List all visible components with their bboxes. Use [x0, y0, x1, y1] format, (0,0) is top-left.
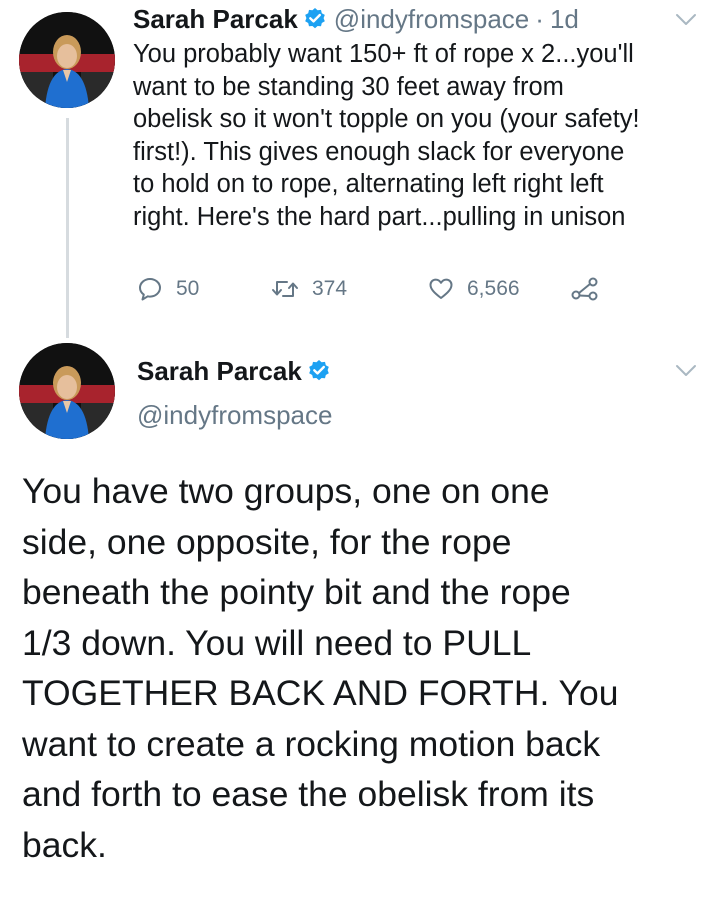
- share-icon: [571, 277, 598, 301]
- author-name-row: Sarah Parcak: [137, 354, 338, 388]
- separator-dot: ·: [535, 4, 544, 34]
- tweet-text-line: TOGETHER BACK AND FORTH. You: [22, 673, 619, 713]
- tweet-text-line: and forth to ease the obelisk from its: [22, 774, 595, 814]
- avatar[interactable]: [19, 12, 115, 108]
- retweet-count: 374: [312, 277, 348, 300]
- share-button[interactable]: [570, 273, 612, 305]
- tweet-actions: 50 374 6,566: [136, 273, 616, 305]
- tweet-text-line: obelisk so it won't topple on you (your …: [133, 105, 640, 133]
- tweet-header: Sarah Parcak @indyfromspace · 1d: [133, 2, 579, 36]
- chevron-down-icon[interactable]: [675, 13, 697, 27]
- verified-badge-icon: [307, 359, 331, 383]
- tweet-text-line: beneath the pointy bit and the rope: [22, 572, 571, 612]
- tweet-text-line: right. Here's the hard part...pulling in…: [133, 202, 626, 231]
- tweet-text-line: You have two groups, one on one: [22, 471, 550, 511]
- author-name[interactable]: Sarah Parcak: [133, 2, 298, 36]
- tweet-text-line: side, one opposite, for the rope: [22, 521, 512, 562]
- author-handle[interactable]: @indyfromspace: [137, 398, 332, 432]
- tweet-text-line: You probably want 150+ ft of rope x 2...…: [133, 40, 634, 68]
- tweet-text-line: want to create a rocking motion back: [22, 723, 601, 764]
- verified-badge-icon: [303, 7, 327, 31]
- heart-icon: [429, 278, 453, 299]
- reply-button[interactable]: 50: [136, 273, 199, 305]
- retweet-button[interactable]: 374: [270, 273, 347, 305]
- tweet-text-line: first!). This gives enough slack for eve…: [133, 137, 625, 166]
- avatar[interactable]: [19, 343, 115, 439]
- tweet-text-line: 1/3 down. You will need to PULL: [22, 622, 532, 663]
- tweet-text: You have two groups, one on one side, on…: [22, 466, 712, 870]
- retweet-icon: [272, 281, 298, 297]
- thread-connector-line: [66, 118, 69, 338]
- author-name[interactable]: Sarah Parcak: [137, 356, 302, 387]
- tweet-text: You probably want 150+ ft of rope x 2...…: [133, 38, 703, 233]
- chevron-down-icon[interactable]: [675, 364, 697, 378]
- tweet-timestamp[interactable]: 1d: [550, 2, 579, 36]
- author-handle[interactable]: @indyfromspace: [334, 2, 529, 36]
- reply-icon: [139, 278, 161, 301]
- like-count: 6,566: [467, 277, 520, 300]
- tweet-text-line: to hold on to rope, alternating left rig…: [133, 170, 604, 198]
- tweet-text-line: want to be standing 30 feet away from: [133, 72, 564, 101]
- like-button[interactable]: 6,566: [427, 273, 520, 305]
- tweet-text-line: back.: [22, 824, 107, 865]
- reply-count: 50: [176, 277, 200, 300]
